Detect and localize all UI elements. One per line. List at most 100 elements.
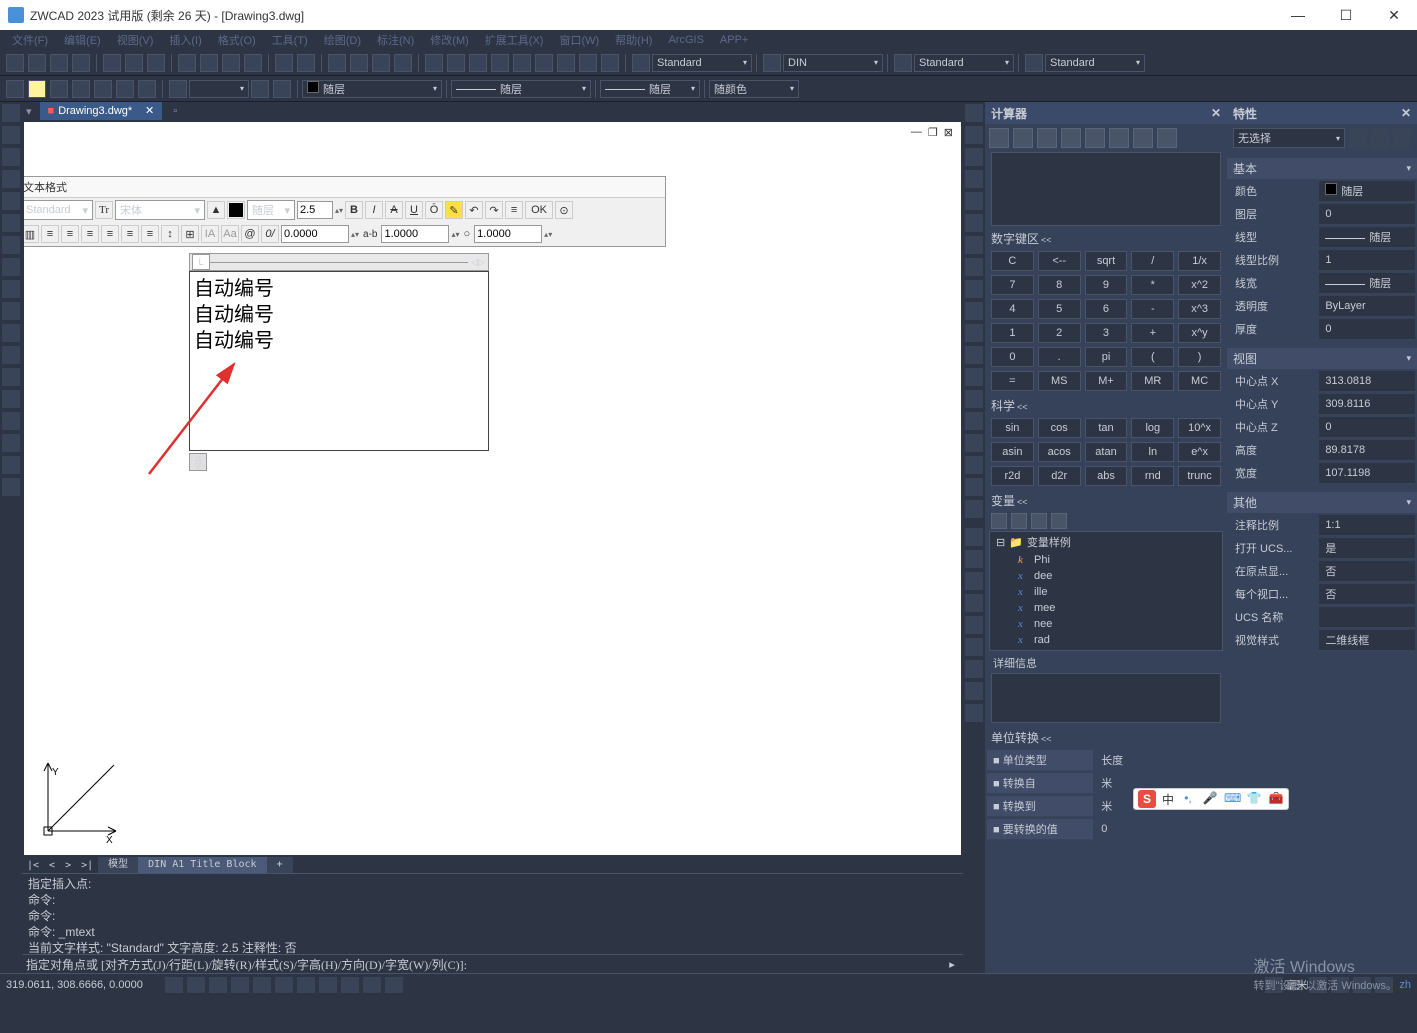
ruler-tab-icon[interactable]: L xyxy=(192,254,210,270)
dim-diameter-icon[interactable] xyxy=(965,616,983,634)
calculator-display[interactable] xyxy=(991,152,1221,226)
unit-row[interactable]: ■ 要转换的值0 xyxy=(987,819,1225,840)
variable-tree[interactable]: ⊟📁变量样例 kPhi xdee xille xmee xnee xrad xyxy=(989,531,1223,651)
tf-font-combo[interactable]: 宋体▾ xyxy=(115,200,205,220)
dim-radius-icon[interactable] xyxy=(965,594,983,612)
line-tool-icon[interactable] xyxy=(2,104,20,122)
save-icon[interactable] xyxy=(50,54,68,72)
calc-key[interactable]: 6 xyxy=(1085,299,1128,319)
property-row[interactable]: 在原点显...否 xyxy=(1229,561,1415,582)
layertools2-icon[interactable] xyxy=(273,80,291,98)
tf-redo-icon[interactable]: ↷ xyxy=(485,201,503,219)
region-tool-icon[interactable] xyxy=(2,324,20,342)
print-icon[interactable] xyxy=(103,54,121,72)
ime-bar[interactable]: S 中 •, 🎤 ⌨ 👕 🧰 xyxy=(1133,788,1289,810)
property-row[interactable]: UCS 名称 xyxy=(1229,607,1415,628)
calc-key[interactable]: M+ xyxy=(1085,371,1128,391)
align-tool-icon[interactable] xyxy=(965,478,983,496)
calc-clear-icon[interactable] xyxy=(989,128,1009,148)
publish-icon[interactable] xyxy=(147,54,165,72)
polar-toggle-icon[interactable] xyxy=(231,977,249,993)
property-row[interactable]: 图层0 xyxy=(1229,204,1415,225)
polyline-tool-icon[interactable] xyxy=(2,126,20,144)
menu-format[interactable]: 格式(O) xyxy=(210,32,264,48)
property-row[interactable]: 视觉样式二维线框 xyxy=(1229,630,1415,651)
calc-key[interactable]: 1/x xyxy=(1178,251,1221,271)
snap-toggle-icon[interactable] xyxy=(165,977,183,993)
offset-tool-icon[interactable] xyxy=(965,170,983,188)
layout-tab[interactable]: DIN A1 Title Block xyxy=(138,857,266,873)
calc-key[interactable]: sqrt xyxy=(1085,251,1128,271)
calc-key[interactable]: 1 xyxy=(991,323,1034,343)
tool6-icon[interactable] xyxy=(535,54,553,72)
layer-mgr-icon[interactable] xyxy=(6,80,24,98)
array-tool-icon[interactable] xyxy=(965,192,983,210)
saveas-icon[interactable] xyxy=(72,54,90,72)
ime-keyboard-icon[interactable]: ⌨ xyxy=(1224,791,1240,807)
ruler-width-arrows-icon[interactable]: ◁▷ xyxy=(468,257,488,268)
layertools-icon[interactable] xyxy=(251,80,269,98)
close-button[interactable]: ✕ xyxy=(1379,7,1409,24)
tf-symbol-icon[interactable]: @ xyxy=(241,225,259,243)
calc-key[interactable]: 5 xyxy=(1038,299,1081,319)
calc-key[interactable]: MR xyxy=(1131,371,1174,391)
gradient-tool-icon[interactable] xyxy=(2,456,20,474)
calc-key[interactable]: atan xyxy=(1085,442,1128,462)
match-icon[interactable] xyxy=(244,54,262,72)
select-objects-icon[interactable] xyxy=(1371,129,1389,147)
calc-key[interactable]: d2r xyxy=(1038,466,1081,486)
tool8-icon[interactable] xyxy=(579,54,597,72)
revcloud-tool-icon[interactable] xyxy=(2,280,20,298)
tf-undo-icon[interactable]: ↶ xyxy=(465,201,483,219)
tf-align-left-icon[interactable]: ≡ xyxy=(61,225,79,243)
mtext-ruler[interactable]: L ◁▷ xyxy=(189,253,489,271)
calc-getdist-icon[interactable] xyxy=(1085,128,1105,148)
layerprev-icon[interactable] xyxy=(169,80,187,98)
dim-continue-icon[interactable] xyxy=(965,704,983,722)
chamfer-tool-icon[interactable] xyxy=(965,390,983,408)
tool2-icon[interactable] xyxy=(447,54,465,72)
calc-key[interactable]: * xyxy=(1131,275,1174,295)
tf-ok-button[interactable]: OK xyxy=(525,201,553,219)
var-delete-icon[interactable] xyxy=(1031,513,1047,529)
break-tool-icon[interactable] xyxy=(965,346,983,364)
property-row[interactable]: 中心点 X313.0818 xyxy=(1229,371,1415,392)
sci-section-head[interactable]: 科学<< xyxy=(985,393,1227,416)
calc-key[interactable]: 7 xyxy=(991,275,1034,295)
zoom-window-icon[interactable] xyxy=(372,54,390,72)
tf-columns-icon[interactable]: ▥ xyxy=(24,225,39,243)
tf-justify-icon[interactable]: ≡ xyxy=(121,225,139,243)
layer-lock-icon[interactable] xyxy=(116,80,134,98)
lineweight-combo[interactable]: 随层▾ xyxy=(600,80,700,98)
insert-tool-icon[interactable] xyxy=(2,434,20,452)
property-row[interactable]: 打开 UCS...是 xyxy=(1229,538,1415,559)
lwt-toggle-icon[interactable] xyxy=(297,977,315,993)
calc-key[interactable]: pi xyxy=(1085,347,1128,367)
tab-close-icon[interactable]: ✕ xyxy=(145,102,154,120)
layout-icon[interactable] xyxy=(1309,977,1327,993)
calc-key[interactable]: x^y xyxy=(1178,323,1221,343)
move-tool-icon[interactable] xyxy=(965,214,983,232)
cycle-toggle-icon[interactable] xyxy=(341,977,359,993)
tf-highlight-icon[interactable]: ✎ xyxy=(445,201,463,219)
property-row[interactable]: 线宽随层 xyxy=(1229,273,1415,294)
tf-oblique-icon[interactable]: 0/ xyxy=(261,225,279,243)
calc-getpt-icon[interactable] xyxy=(1061,128,1081,148)
rect-tool-icon[interactable] xyxy=(2,192,20,210)
ellipse-tool-icon[interactable] xyxy=(2,236,20,254)
calc-key[interactable]: + xyxy=(1131,323,1174,343)
arc-tool-icon[interactable] xyxy=(2,148,20,166)
tf-linespace-icon[interactable]: ↕ xyxy=(161,225,179,243)
calc-getvec-icon[interactable] xyxy=(1133,128,1153,148)
redo-icon[interactable] xyxy=(297,54,315,72)
spline-tool-icon[interactable] xyxy=(2,258,20,276)
calc-key[interactable]: 10^x xyxy=(1178,418,1221,438)
isolate-icon[interactable] xyxy=(1353,977,1371,993)
calculator-close-icon[interactable]: ✕ xyxy=(1211,106,1221,120)
trim-tool-icon[interactable] xyxy=(965,302,983,320)
menu-draw[interactable]: 绘图(D) xyxy=(316,32,369,48)
var-send-icon[interactable] xyxy=(1051,513,1067,529)
menu-arcgis[interactable]: ArcGIS xyxy=(660,34,711,46)
calc-key[interactable]: asin xyxy=(991,442,1034,462)
calc-key[interactable]: MS xyxy=(1038,371,1081,391)
